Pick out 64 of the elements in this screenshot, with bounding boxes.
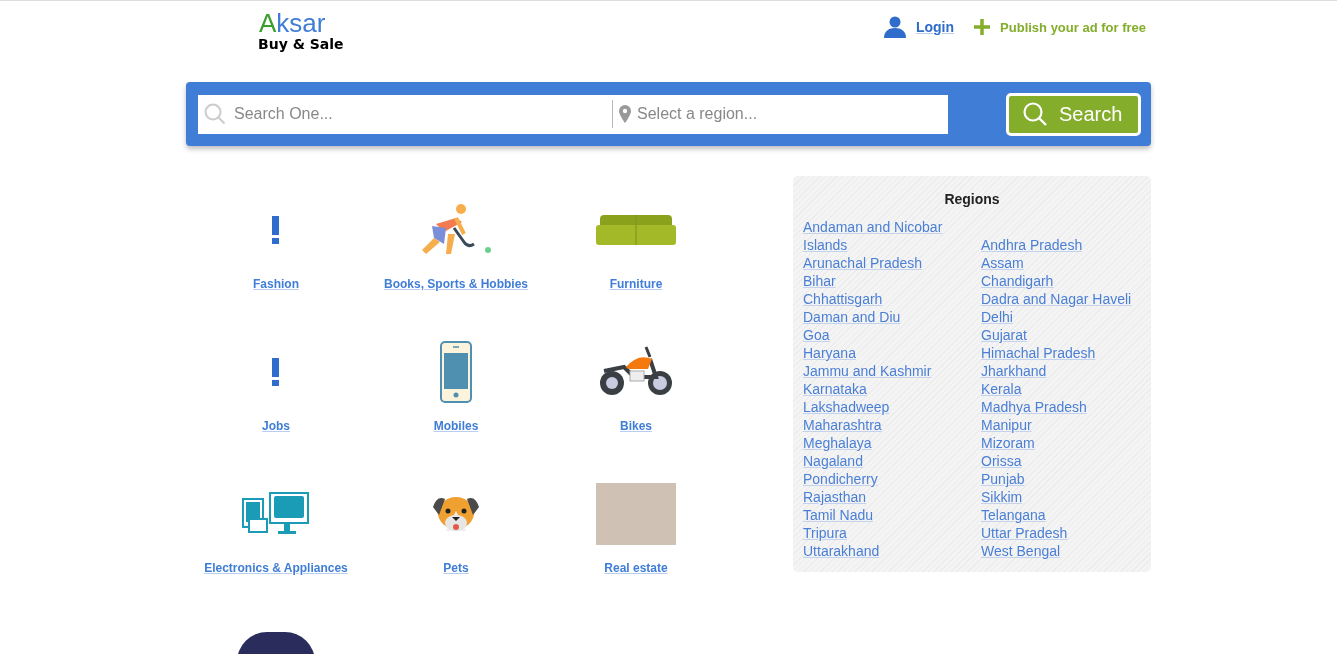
region-link[interactable]: Andhra Pradesh — [981, 236, 1141, 254]
region-link[interactable]: Uttarakhand — [803, 542, 973, 560]
exclamation-icon — [271, 216, 281, 244]
region-link[interactable]: Dadra and Nagar Haveli — [981, 290, 1141, 308]
region-link[interactable]: Maharashtra — [803, 416, 973, 434]
region-link[interactable]: Orissa — [981, 452, 1141, 470]
category-link[interactable]: Electronics & Appliances — [204, 561, 348, 575]
region-field[interactable]: Select a region... — [637, 105, 927, 123]
dog-face-icon — [431, 495, 481, 533]
exclamation-icon — [271, 358, 281, 386]
region-link[interactable]: Manipur — [981, 416, 1141, 434]
region-link[interactable]: Jharkhand — [981, 362, 1141, 380]
region-link[interactable]: Madhya Pradesh — [981, 398, 1141, 416]
search-button[interactable]: Search — [1006, 92, 1141, 136]
region-link[interactable]: Daman and Diu — [803, 308, 973, 326]
region-link[interactable]: Uttar Pradesh — [981, 524, 1141, 542]
region-link[interactable]: Pondicherry — [803, 470, 973, 488]
region-link[interactable]: Tripura — [803, 524, 973, 542]
computer-devices-icon — [242, 492, 310, 536]
logo-tagline: Buy & Sale — [258, 36, 344, 52]
plus-icon — [974, 19, 991, 35]
region-link[interactable]: Delhi — [981, 308, 1141, 326]
sofa-icon — [596, 213, 676, 247]
region-link[interactable]: Tamil Nadu — [803, 506, 973, 524]
category-link[interactable]: Fashion — [253, 277, 299, 291]
region-link[interactable]: Telangana — [981, 506, 1141, 524]
region-link[interactable]: Sikkim — [981, 488, 1141, 506]
region-link[interactable]: Chandigarh — [981, 272, 1141, 290]
region-link[interactable]: Lakshadweep — [803, 398, 973, 416]
region-link[interactable]: Kerala — [981, 380, 1141, 398]
category-link[interactable]: Pets — [443, 561, 469, 575]
region-link[interactable]: Assam — [981, 254, 1141, 272]
smartphone-icon — [440, 341, 472, 403]
category-link[interactable]: Mobiles — [433, 419, 479, 433]
category-link[interactable]: Books, Sports & Hobbies — [384, 277, 528, 291]
region-link[interactable]: Arunachal Pradesh — [803, 254, 973, 272]
region-link[interactable]: Mizoram — [981, 434, 1141, 452]
region-link[interactable]: West Bengal — [981, 542, 1141, 560]
logo-title[interactable]: Aksar — [259, 10, 326, 36]
region-link[interactable]: Karnataka — [803, 380, 973, 398]
region-link[interactable]: Gujarat — [981, 326, 1141, 344]
region-link[interactable]: Andaman and Nicobar Islands — [803, 218, 973, 254]
region-link[interactable]: Chhattisgarh — [803, 290, 973, 308]
search-icon — [1023, 102, 1047, 126]
region-link[interactable]: Nagaland — [803, 452, 973, 470]
region-link[interactable]: Jammu and Kashmir — [803, 362, 973, 380]
category-link[interactable]: Bikes — [620, 419, 652, 433]
search-field[interactable]: Search One... — [234, 105, 604, 123]
category-link[interactable]: Jobs — [262, 419, 290, 433]
login-link[interactable]: Login — [915, 19, 955, 35]
category-link[interactable]: Furniture — [609, 277, 663, 291]
category-link[interactable]: Real estate — [604, 561, 668, 575]
search-icon — [204, 103, 226, 125]
region-link[interactable]: Punjab — [981, 470, 1141, 488]
location-pin-icon — [619, 105, 631, 123]
user-icon — [883, 16, 906, 38]
region-link[interactable]: Himachal Pradesh — [981, 344, 1141, 362]
region-link[interactable]: Bihar — [803, 272, 973, 290]
publish-ad-link[interactable]: Publish your ad for free — [1000, 19, 1146, 35]
regions-title: Regions — [943, 190, 1001, 208]
region-link[interactable]: Meghalaya — [803, 434, 973, 452]
region-link[interactable]: Rajasthan — [803, 488, 973, 506]
region-link[interactable]: Haryana — [803, 344, 973, 362]
region-link[interactable]: Goa — [803, 326, 973, 344]
